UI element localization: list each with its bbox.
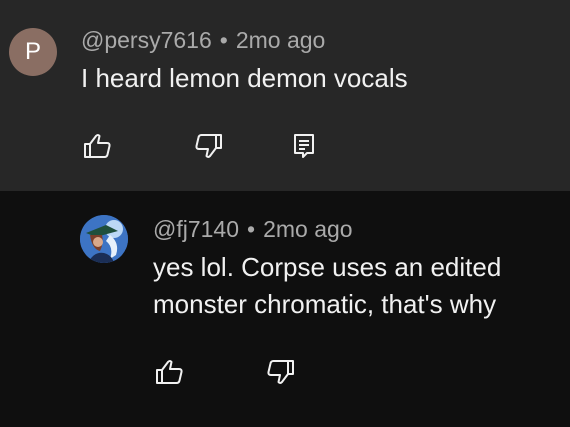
comment-meta: @fj7140 • 2mo ago — [153, 216, 353, 243]
comment-thread-item: P @persy7616 • 2mo ago I heard lemon demon… — [0, 0, 570, 191]
comment-text: yes lol. Corpse uses an edited monster c… — [153, 252, 502, 319]
avatar[interactable] — [80, 215, 128, 263]
comment-author[interactable]: @persy7616 — [81, 27, 212, 53]
reply-icon — [294, 134, 314, 158]
reply-item: @fj7140 • 2mo ago yes lol. Corpse uses an … — [0, 191, 570, 427]
comment-meta: @persy7616 • 2mo ago — [81, 27, 325, 54]
dislike-button[interactable] — [265, 357, 297, 387]
dislike-button[interactable] — [193, 131, 225, 161]
reply-button[interactable] — [288, 131, 320, 161]
like-button[interactable] — [81, 131, 113, 161]
meta-separator: • — [219, 27, 228, 53]
like-button[interactable] — [153, 357, 185, 387]
meta-separator: • — [247, 216, 256, 242]
avatar[interactable]: P — [9, 28, 57, 76]
dislike-icon — [195, 134, 222, 158]
avatar-letter: P — [24, 38, 41, 65]
comment-actions — [153, 357, 297, 387]
comment-timestamp[interactable]: 2mo ago — [263, 216, 353, 242]
comment-actions — [81, 131, 320, 161]
avatar-image-icon — [80, 215, 128, 263]
like-icon — [84, 134, 111, 158]
comment-text: I heard lemon demon vocals — [81, 63, 408, 93]
comment-author[interactable]: @fj7140 — [153, 216, 239, 242]
comment-timestamp[interactable]: 2mo ago — [236, 27, 326, 53]
like-icon — [156, 360, 183, 384]
dislike-icon — [267, 360, 294, 384]
